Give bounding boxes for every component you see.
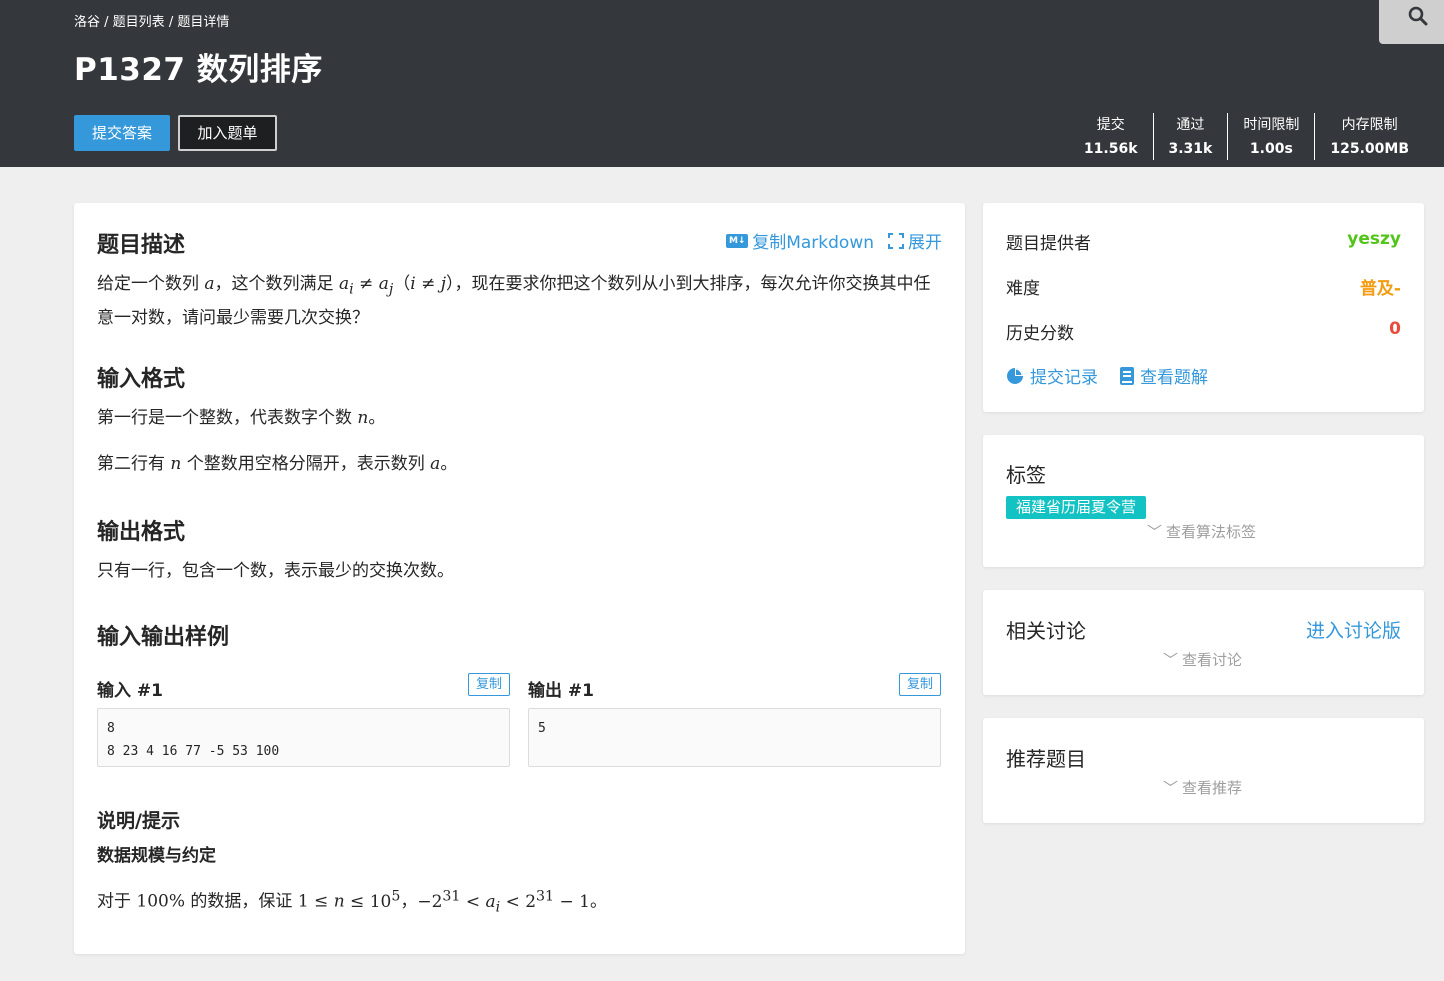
input-format-line1: 第一行是一个整数，代表数字个数 n。 xyxy=(97,408,386,428)
stat-accepted: 通过 3.31k xyxy=(1152,113,1228,160)
breadcrumb-problem-detail: 题目详情 xyxy=(177,15,230,30)
input-sample-box: 8 8 23 4 16 77 -5 53 100 xyxy=(97,708,510,767)
samples-title: 输入输出样例 xyxy=(97,625,230,650)
recommend-title: 推荐题目 xyxy=(1006,747,1086,771)
copy-markdown-button[interactable]: M↓ 复制Markdown xyxy=(726,228,874,253)
problem-header: 洛谷 / 题目列表 / 题目详情 P1327 数列排序 提交答案 加入题单 提交… xyxy=(0,0,1444,167)
description-text: 给定一个数列 a，这个数列满足 ai ≠ aj（i ≠ j），现在要求你把这个数… xyxy=(97,274,931,329)
output-format-text: 只有一行，包含一个数，表示最少的交换次数。 xyxy=(97,561,454,581)
provider-link[interactable]: yeszy xyxy=(1347,229,1401,254)
tags-title: 标签 xyxy=(1006,463,1046,487)
input-format-line2: 第二行有 n 个整数用空格分隔开，表示数列 a。 xyxy=(97,454,458,474)
show-discussion-button[interactable]: ﹀ 查看讨论 xyxy=(1163,649,1242,670)
copy-input-button[interactable]: 复制 xyxy=(468,673,510,696)
enter-discussion-link[interactable]: 进入讨论版 xyxy=(1306,616,1401,643)
constraints-text: 对于 100% 的数据，保证 1 ≤ n ≤ 105，−231 < ai < 2… xyxy=(97,888,607,916)
book-icon xyxy=(1120,366,1134,385)
difficulty-value: 普及- xyxy=(1359,279,1401,299)
breadcrumb-problem-list[interactable]: 题目列表 xyxy=(113,15,165,30)
discussion-title: 相关讨论 xyxy=(1006,619,1086,643)
output-sample-box: 5 xyxy=(528,708,941,767)
markdown-icon: M↓ xyxy=(726,233,749,248)
search-icon xyxy=(1408,6,1428,26)
show-recommend-button[interactable]: ﹀ 查看推荐 xyxy=(1163,777,1242,798)
breadcrumb-home[interactable]: 洛谷 xyxy=(74,15,100,30)
page-title: P1327 数列排序 xyxy=(74,52,323,88)
search-button[interactable] xyxy=(1379,0,1444,44)
input-format-title: 输入格式 xyxy=(97,367,186,392)
score-row: 历史分数 0 xyxy=(1006,319,1401,344)
provider-row: 题目提供者 yeszy xyxy=(1006,229,1401,254)
view-solutions-link[interactable]: 查看题解 xyxy=(1120,363,1208,388)
problem-stats: 提交 11.56k 通过 3.31k 时间限制 1.00s 内存限制 125.0… xyxy=(1069,113,1424,160)
problem-links: 提交记录 查看题解 xyxy=(1006,363,1208,388)
submit-answer-button[interactable]: 提交答案 xyxy=(74,115,170,151)
problem-tools: M↓ 复制Markdown 展开 xyxy=(726,228,942,253)
output-format-title: 输出格式 xyxy=(97,520,186,545)
tags-card: 标签 福建省历届夏令营 ﹀ 查看算法标签 xyxy=(983,435,1424,567)
chevron-down-icon: ﹀ xyxy=(1163,779,1179,797)
copy-output-button[interactable]: 复制 xyxy=(899,673,941,696)
output-sample-label: 输出 #1 xyxy=(528,681,594,701)
chevron-down-icon: ﹀ xyxy=(1147,523,1163,541)
tag-badge[interactable]: 福建省历届夏令营 xyxy=(1006,496,1147,519)
expand-icon xyxy=(888,232,904,249)
stat-submissions: 提交 11.56k xyxy=(1083,117,1138,157)
show-algorithm-tags-button[interactable]: ﹀ 查看算法标签 xyxy=(1147,521,1256,542)
breadcrumb: 洛谷 / 题目列表 / 题目详情 xyxy=(74,15,230,30)
difficulty-row: 难度 普及- xyxy=(1006,274,1401,299)
problem-card: 题目描述 M↓ 复制Markdown 展开 给定一个数列 a，这个数列满足 ai… xyxy=(74,203,965,954)
chevron-down-icon: ﹀ xyxy=(1163,651,1179,669)
stat-memory-limit: 内存限制 125.00MB xyxy=(1314,113,1424,160)
recommend-card: 推荐题目 ﹀ 查看推荐 xyxy=(983,718,1424,823)
input-sample-label: 输入 #1 xyxy=(97,681,163,701)
problem-info-card: 题目提供者 yeszy 难度 普及- 历史分数 0 提交记录 查看题解 xyxy=(983,203,1424,412)
add-to-list-button[interactable]: 加入题单 xyxy=(178,115,277,151)
hint-subtitle: 数据规模与约定 xyxy=(97,846,216,866)
pie-chart-icon xyxy=(1007,367,1023,384)
stat-time-limit: 时间限制 1.00s xyxy=(1227,113,1314,160)
description-title: 题目描述 xyxy=(97,233,186,258)
discussion-card: 相关讨论 进入讨论版 ﹀ 查看讨论 xyxy=(983,590,1424,695)
score-value: 0 xyxy=(1389,319,1401,339)
submission-records-link[interactable]: 提交记录 xyxy=(1006,363,1098,388)
hint-title: 说明/提示 xyxy=(97,810,180,832)
expand-button[interactable]: 展开 xyxy=(888,228,942,253)
